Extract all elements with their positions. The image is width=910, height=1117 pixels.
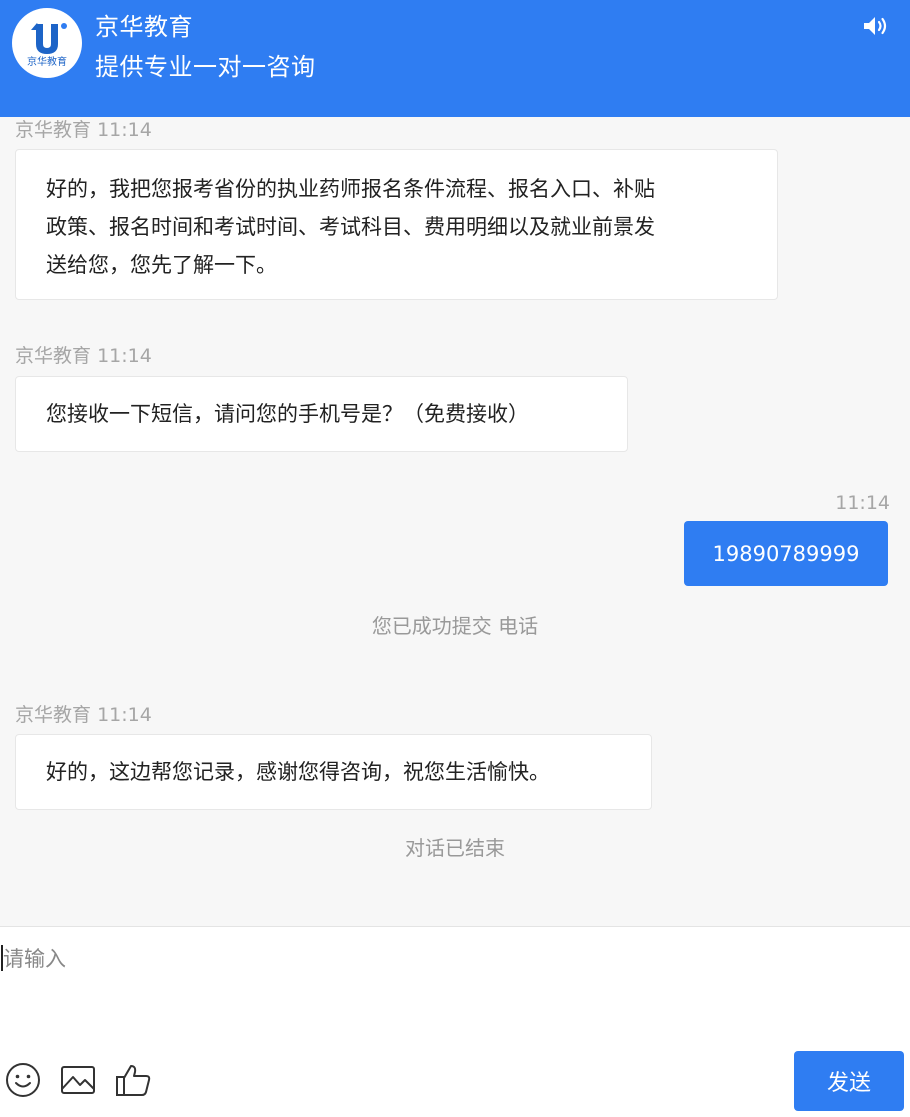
sender-name: 京华教育 — [15, 704, 92, 726]
system-notice-submitted: 您已成功提交 电话 — [371, 614, 539, 638]
text-caret — [1, 945, 3, 971]
message-time: 11:14 — [835, 492, 890, 514]
composer: 发送 — [0, 926, 910, 1117]
header-title: 京华教育 — [95, 13, 193, 41]
message-line: 您接收一下短信，请问您的手机号是？（免费接收） — [46, 402, 529, 426]
send-button[interactable]: 发送 — [794, 1051, 904, 1111]
message-meta: 京华教育 11:14 — [15, 702, 152, 728]
message-meta: 京华教育 11:14 — [15, 117, 152, 143]
message-input[interactable] — [0, 927, 900, 1037]
logo-u-icon: 京华教育 — [27, 23, 67, 68]
speaker-icon[interactable] — [862, 14, 890, 38]
agent-message-bubble: 您接收一下短信，请问您的手机号是？（免费接收） — [15, 376, 628, 452]
emoji-icon[interactable] — [4, 1061, 42, 1099]
agent-message-bubble: 好的，这边帮您记录，感谢您得咨询，祝您生活愉快。 — [15, 734, 652, 810]
message-time: 11:14 — [97, 119, 152, 141]
message-time: 11:14 — [97, 345, 152, 367]
message-line: 好的，这边帮您记录，感谢您得咨询，祝您生活愉快。 — [46, 760, 550, 784]
sender-name: 京华教育 — [15, 345, 92, 367]
message-meta: 京华教育 11:14 — [15, 343, 152, 369]
message-line: 好的，我把您报考省份的执业药师报名条件流程、报名入口、补贴 — [46, 177, 655, 201]
thumbs-up-icon[interactable] — [114, 1061, 152, 1099]
sender-name: 京华教育 — [15, 119, 92, 141]
system-notice-ended: 对话已结束 — [405, 836, 505, 860]
chat-header: 京华教育 京华教育 提供专业一对一咨询 — [0, 0, 910, 117]
agent-message-bubble: 好的，我把您报考省份的执业药师报名条件流程、报名入口、补贴 政策、报名时间和考试… — [15, 149, 778, 300]
logo: 京华教育 — [12, 8, 82, 78]
message-line: 送给您，您先了解一下。 — [46, 253, 277, 277]
user-message-bubble: 19890789999 — [684, 521, 888, 586]
header-subtitle: 提供专业一对一咨询 — [95, 53, 316, 81]
message-time: 11:14 — [97, 704, 152, 726]
message-line: 政策、报名时间和考试时间、考试科目、费用明细以及就业前景发 — [46, 215, 655, 239]
logo-text: 京华教育 — [27, 55, 67, 68]
image-icon[interactable] — [59, 1061, 97, 1099]
